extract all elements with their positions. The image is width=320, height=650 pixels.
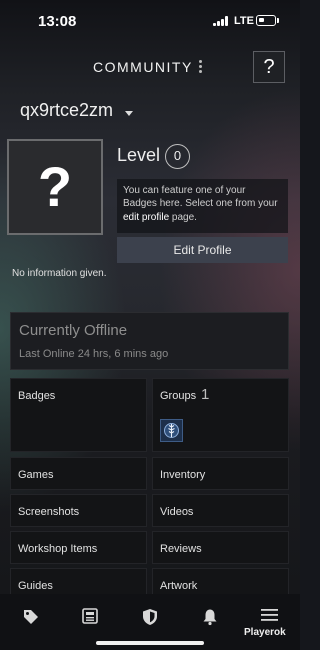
badge-note-text: You can feature one of your Badges here.…	[123, 185, 278, 210]
status-bar: 13:08 LTE	[0, 0, 300, 44]
screenshots-label: Screenshots	[18, 506, 80, 518]
inventory-tile[interactable]: Inventory	[152, 457, 289, 490]
reviews-tile[interactable]: Reviews	[152, 531, 289, 564]
badge-note-suffix: page.	[171, 211, 197, 223]
username-dropdown[interactable]: qx9rtce2zm	[20, 100, 113, 121]
network-type: LTE	[234, 15, 254, 27]
store-tag-icon[interactable]	[22, 608, 40, 626]
chevron-down-icon[interactable]	[125, 111, 133, 116]
workshop-items-tile[interactable]: Workshop Items	[10, 531, 147, 564]
avatar[interactable]: ?	[7, 139, 103, 235]
inventory-label: Inventory	[160, 469, 206, 481]
avatar-placeholder: ?	[37, 155, 73, 218]
shield-icon[interactable]	[142, 608, 158, 626]
games-label: Games	[18, 469, 54, 481]
level-badge[interactable]: 0	[165, 144, 190, 169]
reviews-label: Reviews	[160, 543, 202, 555]
status-time: 13:08	[38, 13, 77, 30]
level-label: Level	[117, 145, 161, 165]
badges-label: Badges	[18, 390, 56, 402]
watermark: Playerok	[244, 627, 286, 638]
groups-count: 1	[201, 386, 210, 403]
edit-profile-link[interactable]: edit profile	[123, 212, 169, 223]
last-online-text: Last Online 24 hrs, 6 mins ago	[19, 348, 169, 360]
videos-label: Videos	[160, 506, 194, 518]
groups-label: Groups	[160, 390, 197, 402]
battery-icon	[256, 15, 276, 26]
screenshots-tile[interactable]: Screenshots	[10, 494, 147, 527]
news-icon[interactable]	[82, 608, 98, 624]
more-options-icon[interactable]	[197, 59, 203, 75]
group-avatar[interactable]	[160, 419, 183, 442]
menu-icon[interactable]	[261, 608, 278, 622]
workshop-items-label: Workshop Items	[18, 543, 98, 555]
signal-icon	[213, 16, 229, 26]
wheat-emblem-icon	[164, 423, 179, 438]
battery-tip	[277, 18, 279, 23]
guides-label: Guides	[18, 580, 53, 592]
games-tile[interactable]: Games	[10, 457, 147, 490]
bell-icon[interactable]	[202, 608, 218, 626]
help-button[interactable]: ?	[253, 51, 285, 83]
groups-tile[interactable]: Groups 1	[152, 378, 289, 452]
page-title: COMMUNITY	[93, 59, 193, 75]
badges-tile[interactable]: Badges	[10, 378, 147, 452]
online-status-title: Currently Offline	[19, 322, 128, 339]
artwork-label: Artwork	[160, 580, 198, 592]
home-indicator	[96, 641, 204, 645]
videos-tile[interactable]: Videos	[152, 494, 289, 527]
featured-badge-note: You can feature one of your Badges here.…	[117, 179, 288, 233]
online-status-panel: Currently Offline Last Online 24 hrs, 6 …	[10, 312, 289, 370]
edit-profile-button[interactable]: Edit Profile	[117, 237, 288, 263]
profile-summary: No information given.	[12, 268, 107, 279]
